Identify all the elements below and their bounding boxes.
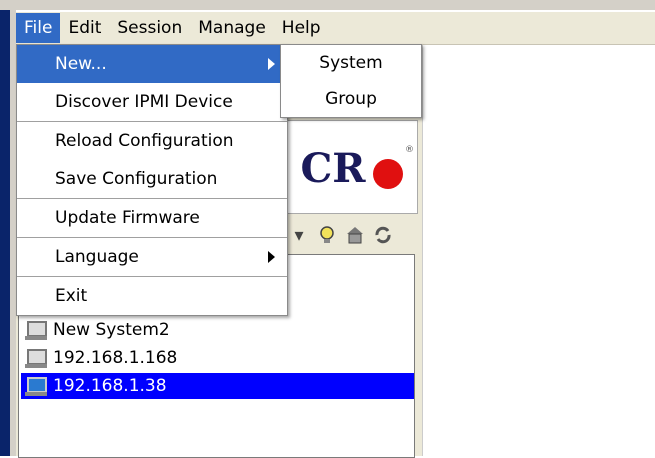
menu-item-reload-configuration[interactable]: Reload Configuration xyxy=(17,122,287,160)
content-pane xyxy=(422,45,655,456)
submenu-arrow-icon xyxy=(268,251,275,263)
menu-item-update-firmware[interactable]: Update Firmware xyxy=(17,199,287,237)
menu-item-label: New... xyxy=(55,54,107,74)
tree-item[interactable]: 192.168.1.168 xyxy=(25,345,183,371)
menu-item-label: Language xyxy=(55,247,139,267)
window-left-border xyxy=(0,10,10,456)
computer-icon xyxy=(25,347,47,369)
menu-item-label: Exit xyxy=(55,286,88,306)
tree-item-label: 192.168.1.168 xyxy=(53,348,178,368)
submenu-item-system[interactable]: System xyxy=(281,45,421,81)
new-submenu: System Group xyxy=(280,44,422,118)
menu-item-save-configuration[interactable]: Save Configuration xyxy=(17,160,287,198)
logo-dot xyxy=(373,159,403,189)
computer-icon xyxy=(25,375,47,397)
submenu-item-group[interactable]: Group xyxy=(281,81,421,117)
toolbar: ▾ xyxy=(282,218,422,252)
menu-edit[interactable]: Edit xyxy=(60,13,109,43)
menu-item-label: Update Firmware xyxy=(55,208,200,228)
logo-registered-mark: ® xyxy=(405,145,414,155)
menu-item-discover-ipmi[interactable]: Discover IPMI Device xyxy=(17,83,287,121)
menu-item-label: Reload Configuration xyxy=(55,131,234,151)
file-menu-dropdown: New... Discover IPMI Device Reload Confi… xyxy=(16,44,288,316)
vendor-logo: CR ® xyxy=(282,120,418,214)
refresh-icon[interactable] xyxy=(372,224,394,246)
dropdown-arrow-icon[interactable]: ▾ xyxy=(288,224,310,246)
menu-item-exit[interactable]: Exit xyxy=(17,277,287,315)
menu-manage[interactable]: Manage xyxy=(190,13,274,43)
window-top-border xyxy=(0,0,655,10)
lightbulb-icon[interactable] xyxy=(316,224,338,246)
menu-session[interactable]: Session xyxy=(109,13,190,43)
submenu-arrow-icon xyxy=(268,58,275,70)
menu-item-new[interactable]: New... xyxy=(17,45,287,83)
tree-item-selected[interactable]: 192.168.1.38 xyxy=(21,373,414,399)
menu-item-label: Discover IPMI Device xyxy=(55,92,233,112)
menu-file[interactable]: File xyxy=(16,13,61,43)
tree-item[interactable]: New System2 xyxy=(25,317,176,343)
menu-item-language[interactable]: Language xyxy=(17,238,287,276)
menu-item-label: Save Configuration xyxy=(55,169,218,189)
menu-help[interactable]: Help xyxy=(274,13,329,43)
tree-item-label: New System2 xyxy=(53,320,170,340)
home-icon[interactable] xyxy=(344,224,366,246)
tree-item-label: 192.168.1.38 xyxy=(53,376,167,396)
computer-icon xyxy=(25,319,47,341)
menubar: File Edit Session Manage Help xyxy=(16,12,655,45)
